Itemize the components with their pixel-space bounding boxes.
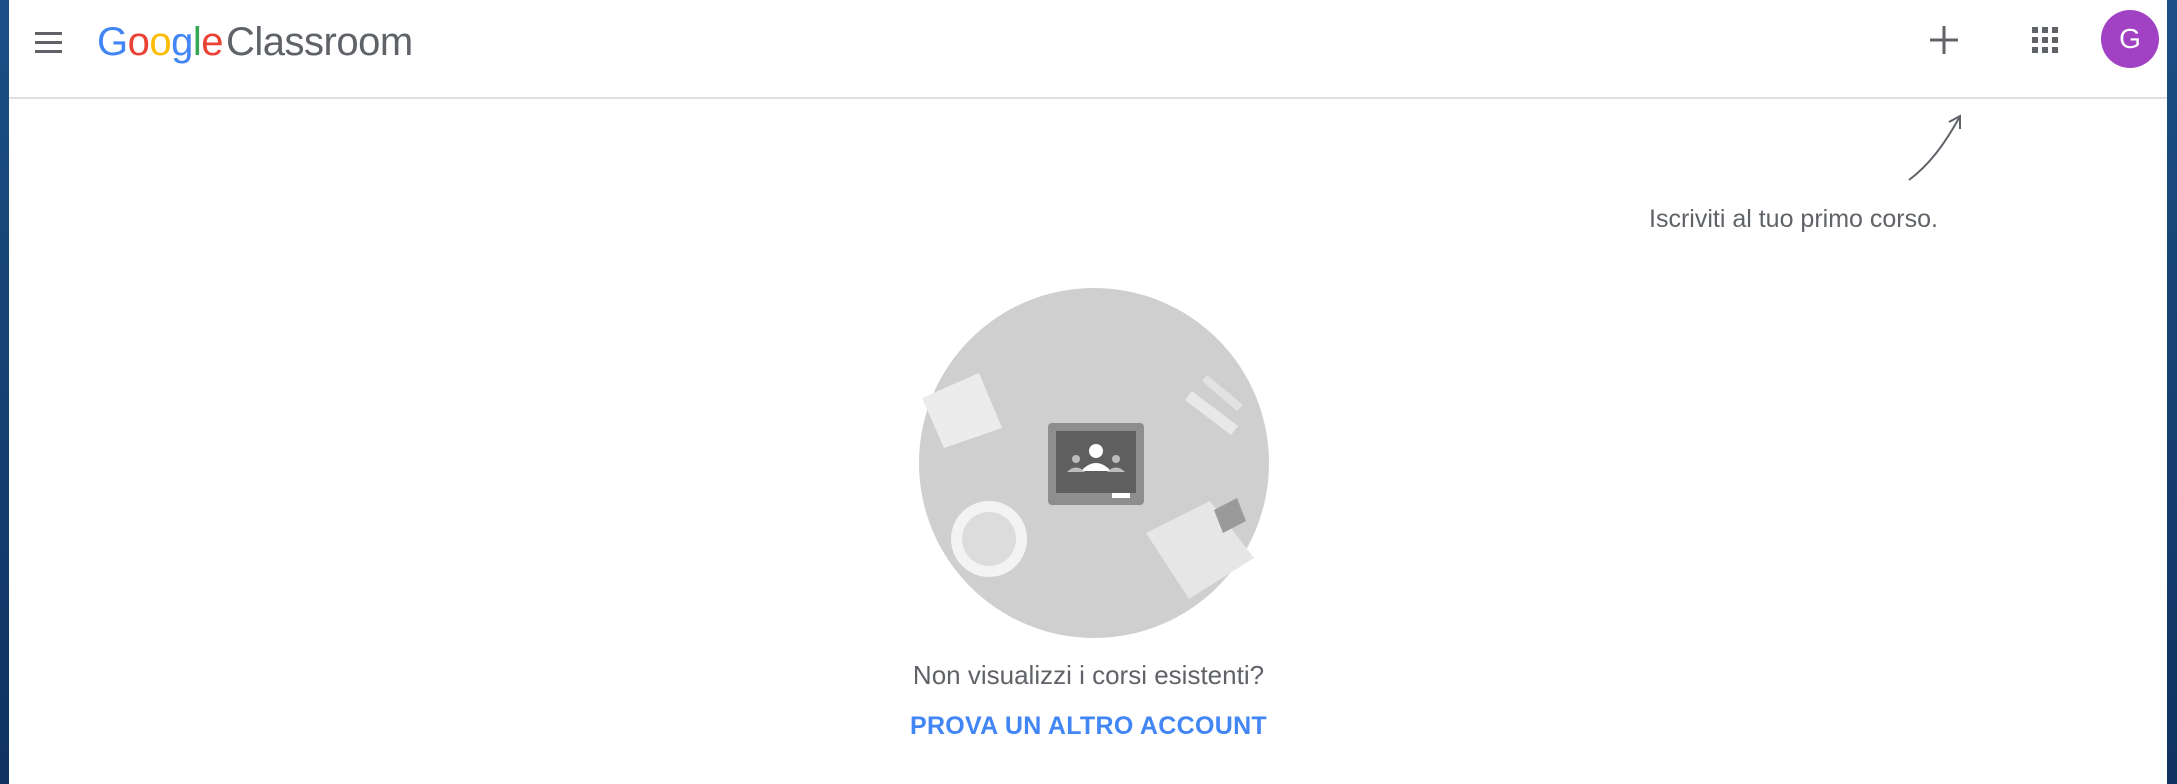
hamburger-menu-icon[interactable] [23, 18, 73, 68]
empty-classroom-illustration [919, 288, 1269, 638]
google-letter: o [127, 19, 150, 64]
empty-state-message: Non visualizzi i corsi esistenti? [912, 660, 1265, 690]
try-another-account-button[interactable]: PROVA UN ALTRO ACCOUNT [9, 712, 2167, 741]
google-letter: G [97, 19, 128, 64]
google-letter: l [192, 19, 202, 64]
hint-arrow-icon [1908, 114, 1961, 181]
plus-icon[interactable] [1916, 12, 1972, 68]
account-avatar[interactable]: G [2101, 10, 2159, 68]
google-letter: o [149, 19, 172, 64]
google-wordmark: Google [97, 19, 224, 65]
app-window: Google Classroom G Iscriviti al tuo prim… [9, 0, 2167, 784]
product-name: Classroom [226, 19, 413, 64]
apps-grid-icon[interactable] [2017, 12, 2073, 68]
google-letter: e [201, 19, 224, 64]
join-class-hint: Iscriviti al tuo primo corso. [1649, 205, 1938, 233]
google-letter: g [171, 19, 193, 64]
google-classroom-logo[interactable]: Google Classroom [97, 14, 413, 70]
top-app-bar: Google Classroom G [9, 0, 2167, 99]
